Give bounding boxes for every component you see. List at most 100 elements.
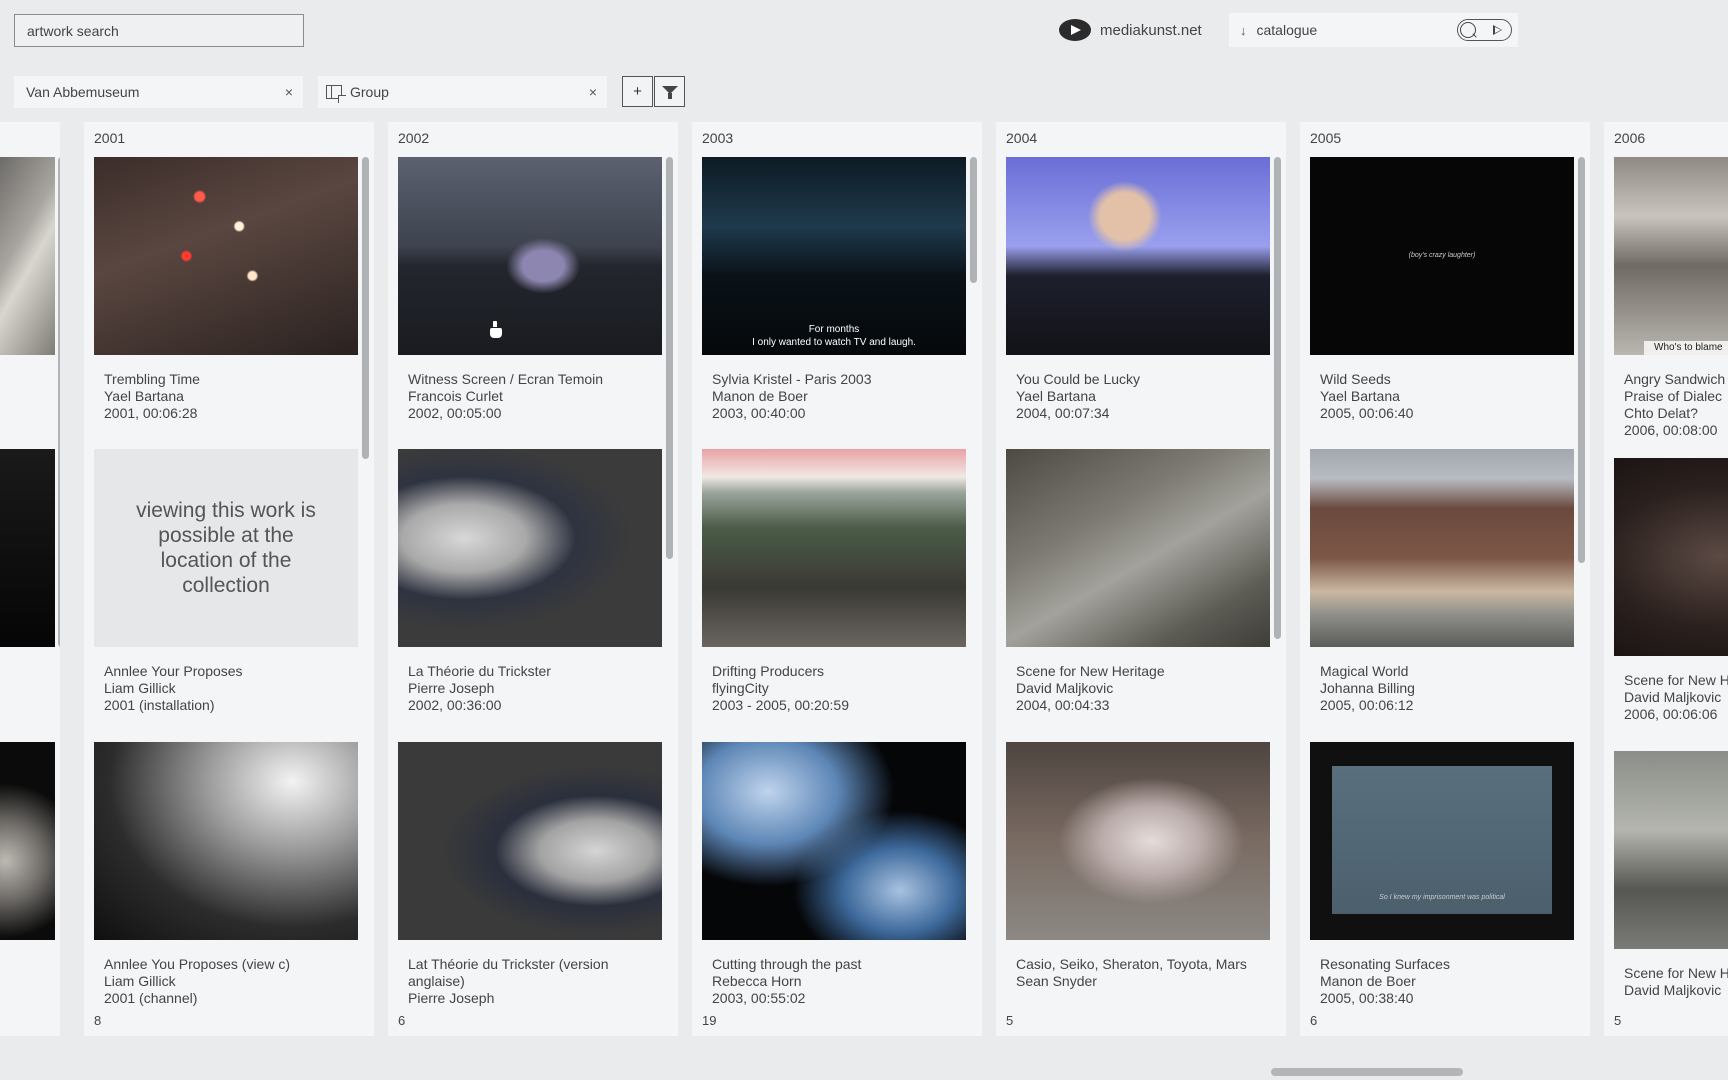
year-column-partial [0, 122, 60, 1036]
column-year: 2001 [94, 130, 126, 146]
filter-chip-museum[interactable]: Van Abbemuseum × [14, 76, 303, 108]
column-scrollbar[interactable] [362, 157, 369, 459]
artwork-card[interactable]: Magical World Johanna Billing 2005, 00:0… [1310, 449, 1574, 714]
artwork-title: Sylvia Kristel - Paris 2003 [712, 371, 872, 387]
artwork-thumbnail [1310, 449, 1574, 647]
artwork-card[interactable]: viewing this work is possible at the loc… [94, 449, 358, 714]
artwork-title: Annlee You Proposes (view c) [104, 956, 290, 972]
artwork-card[interactable]: La Théorie du Trickster Pierre Joseph 20… [398, 449, 662, 714]
horizontal-scrollbar[interactable] [1271, 1068, 1463, 1076]
artwork-card[interactable]: Lat Théorie du Trickster (version anglai… [398, 742, 662, 1007]
artwork-card[interactable]: Who's to blame Angry Sandwich Praise of … [1614, 157, 1728, 439]
artwork-info: 2003, 00:55:02 [712, 990, 806, 1006]
unavailable-notice: viewing this work is possible at the loc… [94, 449, 358, 647]
artwork-search-input[interactable]: artwork search [14, 14, 304, 47]
artwork-title: Magical World [1320, 663, 1409, 679]
brand-link[interactable]: mediakunst.net [1059, 18, 1202, 42]
year-column-2002: 2002 Witness Screen / Ecran Temoin Franc… [388, 122, 678, 1036]
artwork-artist: David Maljkovic [1016, 680, 1114, 696]
artwork-card[interactable]: Casio, Seiko, Sheraton, Toyota, Mars Sea… [1006, 742, 1270, 990]
artwork-card[interactable]: Annlee You Proposes (view c) Liam Gillic… [94, 742, 358, 1007]
column-scrollbar[interactable] [970, 157, 977, 283]
artwork-title: Scene for New H [1624, 672, 1728, 688]
column-year: 2002 [398, 130, 430, 146]
year-column-2004: 2004 You Could be Lucky Yael Bartana 200… [996, 122, 1286, 1036]
column-count: 6 [398, 1013, 406, 1028]
search-play-toggle[interactable] [1457, 19, 1512, 41]
artwork-thumbnail[interactable] [0, 449, 55, 647]
artwork-artist: Yael Bartana [104, 388, 184, 404]
filter-chip-label: Van Abbemuseum [26, 84, 140, 100]
artwork-card[interactable]: You Could be Lucky Yael Bartana 2004, 00… [1006, 157, 1270, 422]
video-subtitle: Who's to blame [1644, 341, 1728, 355]
artwork-artist: Yael Bartana [1320, 388, 1400, 404]
artwork-card[interactable]: Scene for New H David Maljkovic [1614, 751, 1728, 999]
artwork-title: Cutting through the past [712, 956, 862, 972]
artwork-info: 2005, 00:38:40 [1320, 990, 1414, 1006]
artwork-artist: Manon de Boer [1320, 973, 1416, 989]
artwork-card[interactable]: (boy's crazy laughter) Wild Seeds Yael B… [1310, 157, 1574, 422]
artwork-thumbnail [398, 157, 662, 355]
column-count: 5 [1006, 1013, 1014, 1028]
artwork-info: 2004, 00:04:33 [1016, 697, 1110, 713]
artwork-thumbnail [94, 157, 358, 355]
column-scrollbar[interactable] [1274, 157, 1281, 639]
artwork-card[interactable]: So I knew my imprisonment was political … [1310, 742, 1574, 1007]
artwork-thumbnail [702, 742, 966, 940]
artwork-title: Witness Screen / Ecran Temoin [408, 371, 604, 387]
artwork-thumbnail[interactable] [0, 742, 55, 940]
artwork-thumbnail [94, 742, 358, 940]
artwork-title: Scene for New H [1624, 965, 1728, 981]
play-logo-icon [1059, 19, 1091, 41]
close-icon[interactable]: × [285, 84, 293, 100]
artwork-info: 2001 (channel) [104, 990, 198, 1006]
video-subtitle: So I knew my imprisonment was political [1379, 894, 1505, 901]
artwork-title: Lat Théorie du Trickster (version anglai… [408, 956, 609, 989]
artwork-artist: Johanna Billing [1320, 680, 1415, 696]
artwork-card[interactable]: Scene for New H David Maljkovic 2006, 00… [1614, 458, 1728, 723]
year-column-2005: 2005 (boy's crazy laughter) Wild Seeds Y… [1300, 122, 1590, 1036]
artwork-card[interactable]: Cutting through the past Rebecca Horn 20… [702, 742, 966, 1007]
artwork-thumbnail [1614, 458, 1728, 656]
artwork-title: La Théorie du Trickster [408, 663, 551, 679]
column-scrollbar[interactable] [1578, 157, 1585, 563]
artwork-artist: Pierre Joseph [408, 680, 495, 696]
year-columns: 2001 Trembling Time Yael Bartana 2001, 0… [0, 122, 1728, 1036]
artwork-info: 2002, 00:05:00 [408, 405, 502, 421]
artwork-title: Trembling Time [104, 371, 200, 387]
year-column-2006: 2006 Who's to blame Angry Sandwich Prais… [1604, 122, 1728, 1036]
group-icon [326, 85, 346, 103]
artwork-thumbnail: Who's to blame [1614, 157, 1728, 355]
artwork-info: 2005, 00:06:12 [1320, 697, 1414, 713]
artwork-thumbnail [398, 449, 662, 647]
artwork-artist: Yael Bartana [1016, 388, 1096, 404]
column-count: 8 [94, 1013, 102, 1028]
artwork-card[interactable]: For months I only wanted to watch TV and… [702, 157, 966, 422]
filter-chip-group[interactable]: Group × [318, 76, 607, 108]
arrow-down-icon: ↓ [1240, 22, 1247, 38]
artwork-title: Scene for New Heritage [1016, 663, 1165, 679]
column-year: 2005 [1310, 130, 1342, 146]
close-icon[interactable]: × [589, 84, 597, 100]
hand-cursor-icon [488, 320, 503, 339]
artwork-thumbnail: For months I only wanted to watch TV and… [702, 157, 966, 355]
add-filter-button[interactable]: + [622, 76, 653, 107]
artwork-title: Annlee Your Proposes [104, 663, 243, 679]
artwork-card[interactable]: Witness Screen / Ecran Temoin Francois C… [398, 157, 662, 422]
artwork-thumbnail: So I knew my imprisonment was political [1310, 742, 1574, 940]
column-year: 2003 [702, 130, 734, 146]
artwork-thumbnail [398, 742, 662, 940]
artwork-card[interactable]: Drifting Producers flyingCity 2003 - 200… [702, 449, 966, 714]
artwork-title: Angry Sandwich [1624, 371, 1726, 387]
artwork-thumbnail[interactable] [0, 157, 55, 355]
column-scrollbar[interactable] [58, 157, 60, 647]
artwork-artist: Chto Delat? [1624, 405, 1698, 421]
catalogue-selector[interactable]: ↓ catalogue [1229, 13, 1518, 47]
column-count: 5 [1614, 1013, 1622, 1028]
artwork-card[interactable]: Scene for New Heritage David Maljkovic 2… [1006, 449, 1270, 714]
artwork-card[interactable]: Trembling Time Yael Bartana 2001, 00:06:… [94, 157, 358, 422]
artwork-artist: David Maljkovic [1624, 982, 1722, 998]
artwork-artist: Pierre Joseph [408, 990, 495, 1006]
filter-settings-button[interactable] [654, 76, 685, 107]
column-scrollbar[interactable] [666, 157, 673, 559]
